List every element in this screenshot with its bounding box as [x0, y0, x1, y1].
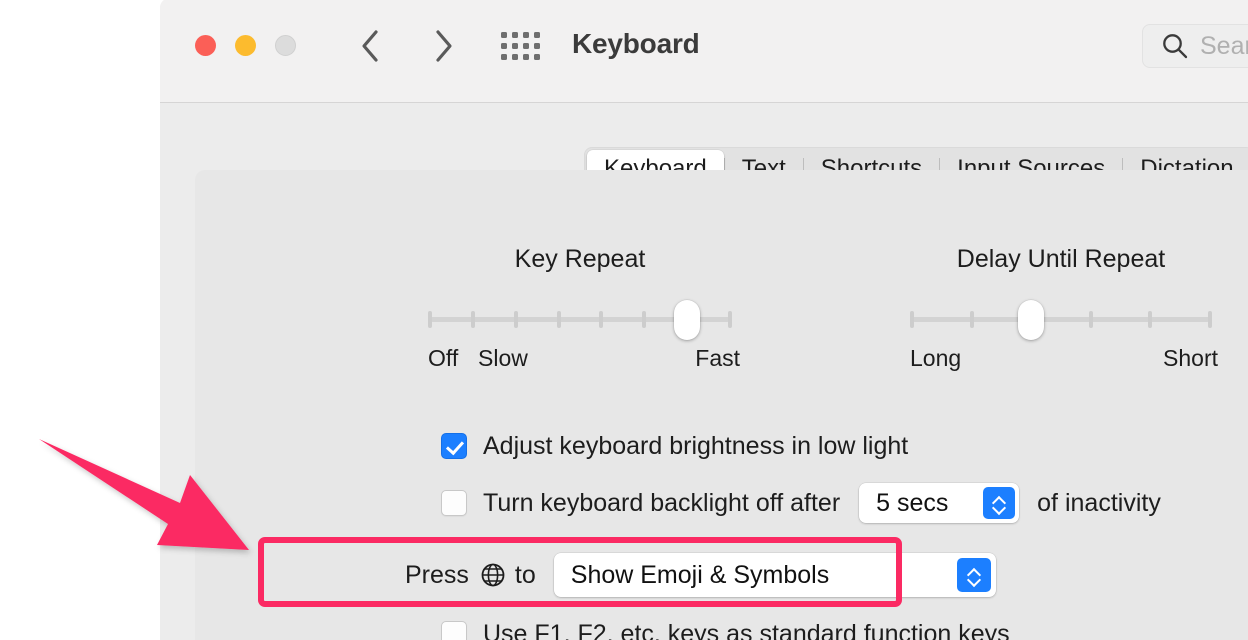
key-repeat-title: Key Repeat [430, 245, 730, 274]
slider-tick [514, 311, 518, 328]
search-input-placeholder: Search [1200, 32, 1248, 61]
window-toolbar: Keyboard Search [160, 0, 1248, 103]
globe-key-action-popup-button[interactable]: Show Emoji & Symbols [554, 553, 996, 597]
adjust-brightness-label: Adjust keyboard brightness in low light [483, 432, 908, 461]
chevron-down-icon [967, 576, 981, 583]
function-keys-label: Use F1, F2, etc. keys as standard functi… [483, 620, 1010, 640]
globe-key-action-value: Show Emoji & Symbols [554, 561, 839, 590]
key-repeat-slider-labels: Off Slow Fast [430, 345, 730, 375]
back-button[interactable] [350, 25, 390, 67]
slider-tick [1208, 311, 1212, 328]
slider-rail [912, 317, 1210, 322]
delay-until-repeat-slider[interactable] [912, 300, 1210, 340]
slider-tick [910, 311, 914, 328]
zoom-window-button[interactable] [275, 35, 296, 56]
key-repeat-slider-group: Key Repeat Off Slow Fast [430, 245, 730, 380]
delay-until-repeat-slider-labels: Long Short [912, 345, 1210, 375]
slider-tick [970, 311, 974, 328]
slider-tick [599, 311, 603, 328]
backlight-delay-popup-button[interactable]: 5 secs [859, 483, 1019, 523]
keyboard-settings-panel: Key Repeat Off Slow Fast [195, 170, 1248, 640]
adjust-brightness-row[interactable]: Adjust keyboard brightness in low light [441, 429, 908, 463]
backlight-off-row[interactable]: Turn keyboard backlight off after 5 secs… [441, 483, 1161, 523]
slider-tick [728, 311, 732, 328]
slider-tick [557, 311, 561, 328]
key-repeat-label-off: Off [428, 345, 458, 372]
globe-key-connector: to [515, 561, 536, 590]
traffic-light-controls [195, 35, 296, 56]
function-keys-row[interactable]: Use F1, F2, etc. keys as standard functi… [441, 617, 1010, 640]
globe-key-row[interactable]: Press to Show Emoji & Symbols [405, 553, 996, 597]
screenshot-root: Keyboard Search Keyboard Text Shortcuts … [0, 0, 1248, 638]
backlight-delay-stepper[interactable] [983, 487, 1015, 519]
chevron-down-icon [992, 504, 1006, 511]
grid-icon [501, 32, 540, 60]
delay-label-long: Long [910, 345, 961, 372]
minimize-window-button[interactable] [235, 35, 256, 56]
search-field[interactable]: Search [1142, 24, 1248, 68]
page-title: Keyboard [572, 28, 700, 60]
globe-key-action-stepper[interactable] [957, 558, 991, 592]
close-window-button[interactable] [195, 35, 216, 56]
delay-until-repeat-title: Delay Until Repeat [912, 245, 1210, 274]
forward-button[interactable] [424, 25, 464, 67]
delay-label-short: Short [1163, 345, 1218, 372]
delay-until-repeat-slider-thumb[interactable] [1018, 300, 1044, 340]
chevron-left-icon [357, 29, 383, 63]
backlight-off-label: Turn keyboard backlight off after [483, 489, 840, 518]
slider-tick [1148, 311, 1152, 328]
globe-key-prefix: Press [405, 561, 469, 590]
key-repeat-slider-thumb[interactable] [674, 300, 700, 340]
slider-tick [428, 311, 432, 328]
slider-tick [471, 311, 475, 328]
key-repeat-label-slow: Slow [478, 345, 528, 372]
function-keys-checkbox[interactable] [441, 621, 467, 640]
slider-tick [1089, 311, 1093, 328]
backlight-off-checkbox[interactable] [441, 490, 467, 516]
search-icon [1161, 32, 1189, 60]
slider-tick [642, 311, 646, 328]
key-repeat-slider[interactable] [430, 300, 730, 340]
key-repeat-label-fast: Fast [695, 345, 740, 372]
system-preferences-window: Keyboard Search Keyboard Text Shortcuts … [160, 0, 1248, 640]
show-all-button[interactable] [500, 28, 540, 64]
delay-until-repeat-slider-group: Delay Until Repeat Long Short [912, 245, 1210, 380]
chevron-right-icon [431, 29, 457, 63]
desktop-backdrop [0, 0, 160, 638]
backlight-off-suffix: of inactivity [1037, 489, 1161, 518]
globe-icon [480, 562, 506, 588]
adjust-brightness-checkbox[interactable] [441, 433, 467, 459]
backlight-delay-value: 5 secs [859, 489, 958, 518]
